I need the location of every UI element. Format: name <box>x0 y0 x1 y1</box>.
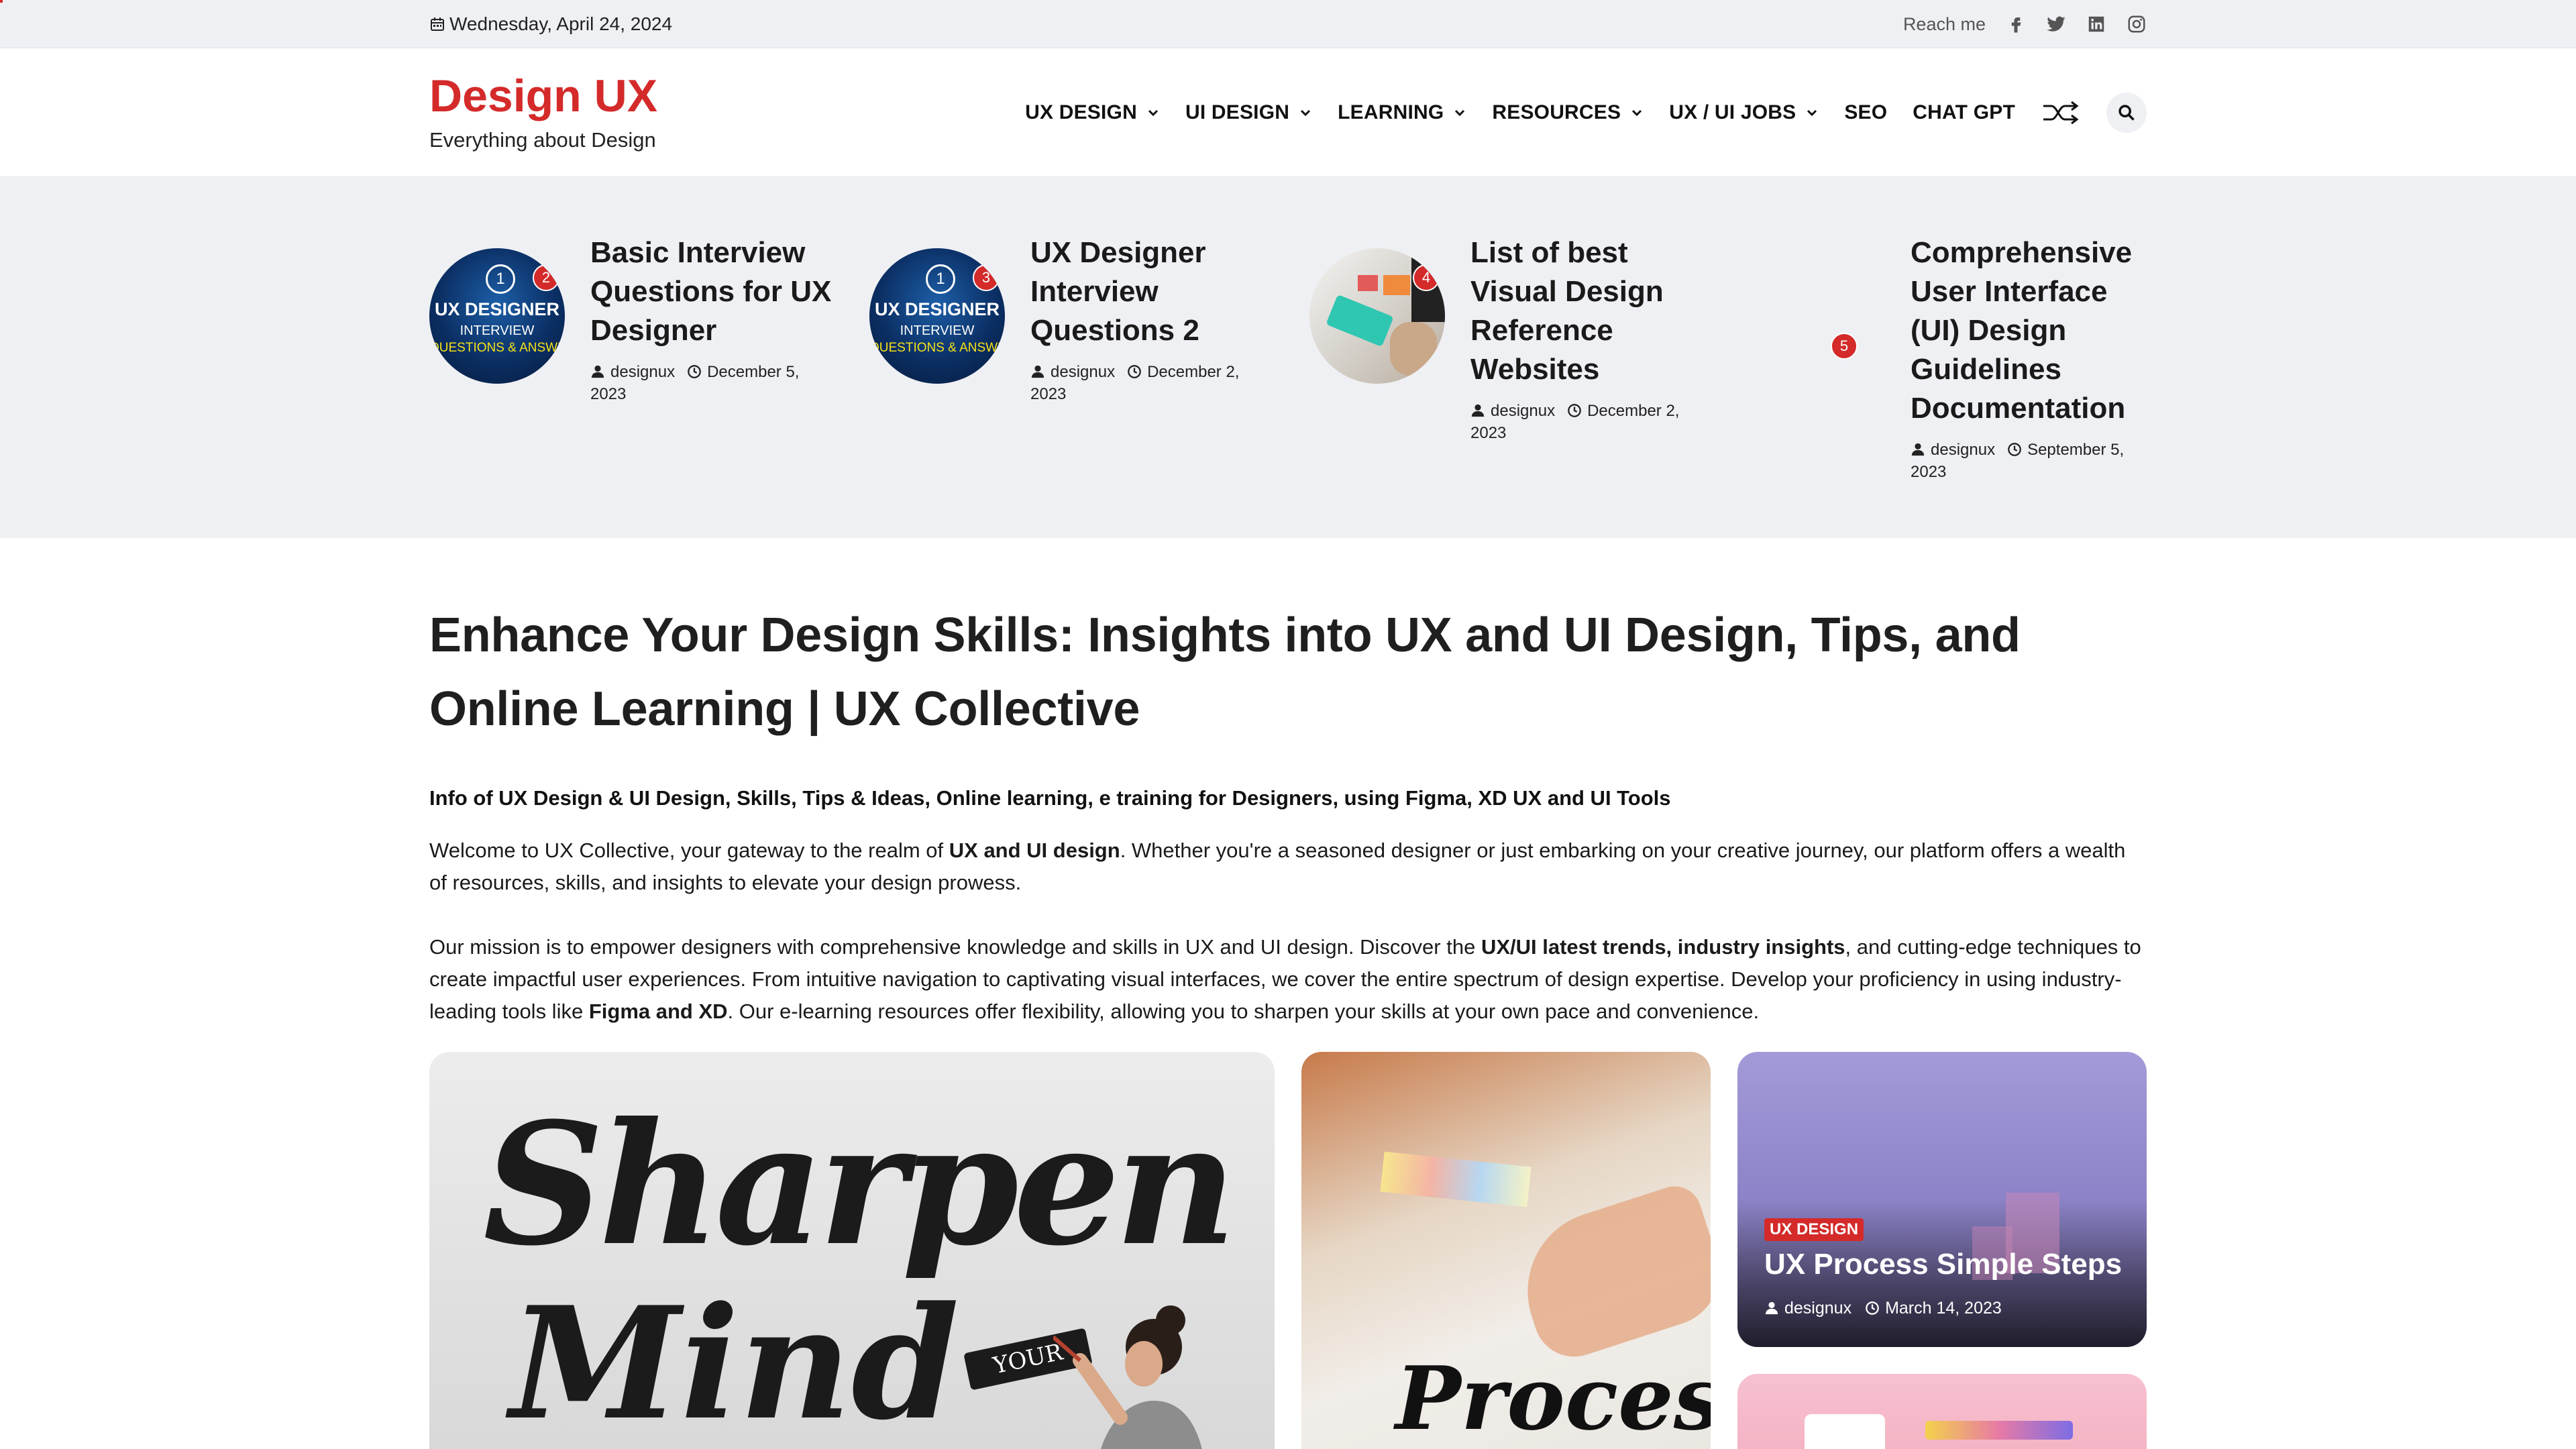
current-date: Wednesday, April 24, 2024 <box>429 13 672 35</box>
featured-card-large[interactable]: Sharpen Mind YOUR <box>429 1052 1275 1449</box>
post-author[interactable]: designux <box>1051 363 1115 381</box>
featured-card-ux-process[interactable]: UX DESIGN UX Process Simple Steps design… <box>1737 1052 2147 1347</box>
post-meta: designux December 2, 2023 <box>1030 361 1279 405</box>
clock-icon <box>2008 443 2021 456</box>
user-icon <box>1911 443 1925 456</box>
nav-ui-design[interactable]: UI DESIGN <box>1185 101 1312 124</box>
page-title: Enhance Your Design Skills: Insights int… <box>429 608 2021 736</box>
thumb-line2: INTERVIEW <box>460 323 535 338</box>
card-art-text: Mind <box>510 1273 960 1449</box>
post-title[interactable]: List of best Visual Design Reference Web… <box>1470 233 1719 389</box>
card-date: March 14, 2023 <box>1885 1299 2002 1318</box>
post-author[interactable]: designux <box>1931 441 1995 459</box>
post-thumbnail[interactable]: 4 <box>1309 248 1445 384</box>
thumb-line3: QUESTIONS & ANSWERS <box>429 341 565 355</box>
chevron-down-icon <box>1807 109 1817 117</box>
mission-paragraph: Our mission is to empower designers with… <box>429 935 2141 1023</box>
calendar-icon <box>431 17 444 31</box>
trending-card[interactable]: 5 Comprehensive User Interface (UI) Desi… <box>1750 233 2147 483</box>
color-swatch-strip <box>1380 1151 1532 1208</box>
nav-chat-gpt[interactable]: CHAT GPT <box>1913 101 2015 124</box>
post-meta: designux December 2, 2023 <box>1470 400 1719 444</box>
post-title[interactable]: Comprehensive User Interface (UI) Design… <box>1911 233 2147 428</box>
chevron-down-icon <box>1455 109 1465 117</box>
social-links: Reach me <box>1903 14 2147 35</box>
reach-me-label: Reach me <box>1902 13 1986 34</box>
featured-card-small[interactable] <box>1737 1374 2147 1449</box>
corner-marker <box>0 0 3 3</box>
thumb-line1: UX DESIGNER <box>874 299 1000 319</box>
featured-card-process[interactable]: Proces <box>1301 1052 1711 1449</box>
card-meta: designux March 14, 2023 <box>1764 1299 2002 1318</box>
site-logo-title[interactable]: Design UX <box>429 73 657 119</box>
post-thumbnail[interactable]: 1 UX DESIGNER INTERVIEW QUESTIONS & ANSW… <box>429 248 565 384</box>
user-icon <box>591 365 604 378</box>
rank-badge: 2 <box>533 264 559 291</box>
ui-mockup-shape <box>1805 1414 1885 1449</box>
nav-ux-design[interactable]: UX DESIGN <box>1025 101 1160 124</box>
nav-ux-ui-jobs[interactable]: UX / UI JOBS <box>1669 101 1819 124</box>
hand-illustration <box>1507 1179 1711 1367</box>
card-art-text: Proces <box>1395 1347 1711 1449</box>
linkedin-icon[interactable] <box>2086 14 2106 34</box>
clock-icon <box>1128 365 1141 378</box>
user-icon <box>1471 404 1485 417</box>
nav-seo[interactable]: SEO <box>1844 101 1887 124</box>
clock-icon <box>688 365 701 378</box>
post-title[interactable]: Basic Interview Questions for UX Designe… <box>590 233 839 350</box>
nav-learning[interactable]: LEARNING <box>1338 101 1466 124</box>
post-author[interactable]: designux <box>1491 402 1555 420</box>
thumb-line3: QUESTIONS & ANSWERS <box>869 341 1005 355</box>
trending-card[interactable]: 4 List of best Visual Design Reference W… <box>1309 233 1750 483</box>
thumb-line2: INTERVIEW <box>900 323 975 338</box>
user-icon <box>1765 1301 1778 1315</box>
shuffle-icon[interactable] <box>2041 99 2081 126</box>
intro-paragraph: Welcome to UX Collective, your gateway t… <box>429 839 2126 894</box>
featured-cards-grid: Sharpen Mind YOUR Proces UX DESIGN UX Pr… <box>429 1052 2147 1449</box>
main-content: Enhance Your Design Skills: Insights int… <box>0 538 2576 1028</box>
top-bar: Wednesday, April 24, 2024 Reach me <box>0 0 2576 48</box>
branding: Design UX Everything about Design <box>429 73 657 152</box>
post-meta: designux September 5, 2023 <box>1911 439 2147 483</box>
thumb-number: 1 <box>486 264 515 294</box>
thumb-number: 1 <box>926 264 955 294</box>
site-header: Design UX Everything about Design UX DES… <box>0 48 2576 177</box>
clock-icon <box>1568 404 1581 417</box>
chevron-down-icon <box>1632 109 1642 117</box>
trending-card[interactable]: 1 UX DESIGNER INTERVIEW QUESTIONS & ANSW… <box>429 233 869 483</box>
card-art-text: Sharpen <box>483 1085 1237 1283</box>
thumb-line1: UX DESIGNER <box>434 299 560 319</box>
search-button[interactable] <box>2106 93 2147 133</box>
twitter-icon[interactable] <box>2046 14 2066 34</box>
card-title[interactable]: UX Process Simple Steps <box>1764 1248 2122 1281</box>
post-title[interactable]: UX Designer Interview Questions 2 <box>1030 233 1279 350</box>
post-author[interactable]: designux <box>610 363 675 381</box>
chevron-down-icon <box>1301 109 1311 117</box>
main-nav: UX DESIGN UI DESIGN LEARNING RESOURCES U… <box>1025 93 2147 133</box>
instagram-icon[interactable] <box>2127 14 2147 34</box>
site-tagline: Everything about Design <box>429 128 656 152</box>
trending-card[interactable]: 1 UX DESIGNER INTERVIEW QUESTIONS & ANSW… <box>869 233 1309 483</box>
user-icon <box>1031 365 1044 378</box>
rank-badge: 4 <box>1413 264 1440 291</box>
category-badge[interactable]: UX DESIGN <box>1764 1218 1864 1241</box>
nav-resources[interactable]: RESOURCES <box>1492 101 1644 124</box>
trending-posts-strip: 1 UX DESIGNER INTERVIEW QUESTIONS & ANSW… <box>0 177 2576 538</box>
woman-painting-illustration <box>1053 1305 1202 1449</box>
ui-mockup-bar <box>1925 1421 2073 1440</box>
post-meta: designux December 5, 2023 <box>590 361 839 405</box>
rank-badge: 5 <box>1831 333 1858 360</box>
post-thumbnail[interactable]: 1 UX DESIGNER INTERVIEW QUESTIONS & ANSW… <box>869 248 1005 384</box>
date-text: Wednesday, April 24, 2024 <box>449 13 673 34</box>
clock-icon <box>1866 1301 1879 1315</box>
rank-badge: 3 <box>973 264 1000 291</box>
chevron-down-icon <box>1148 109 1159 117</box>
search-icon <box>2118 105 2135 121</box>
card-author[interactable]: designux <box>1784 1299 1851 1318</box>
facebook-icon[interactable] <box>2006 14 2026 34</box>
page-subheading: Info of UX Design & UI Design, Skills, T… <box>429 786 1671 810</box>
